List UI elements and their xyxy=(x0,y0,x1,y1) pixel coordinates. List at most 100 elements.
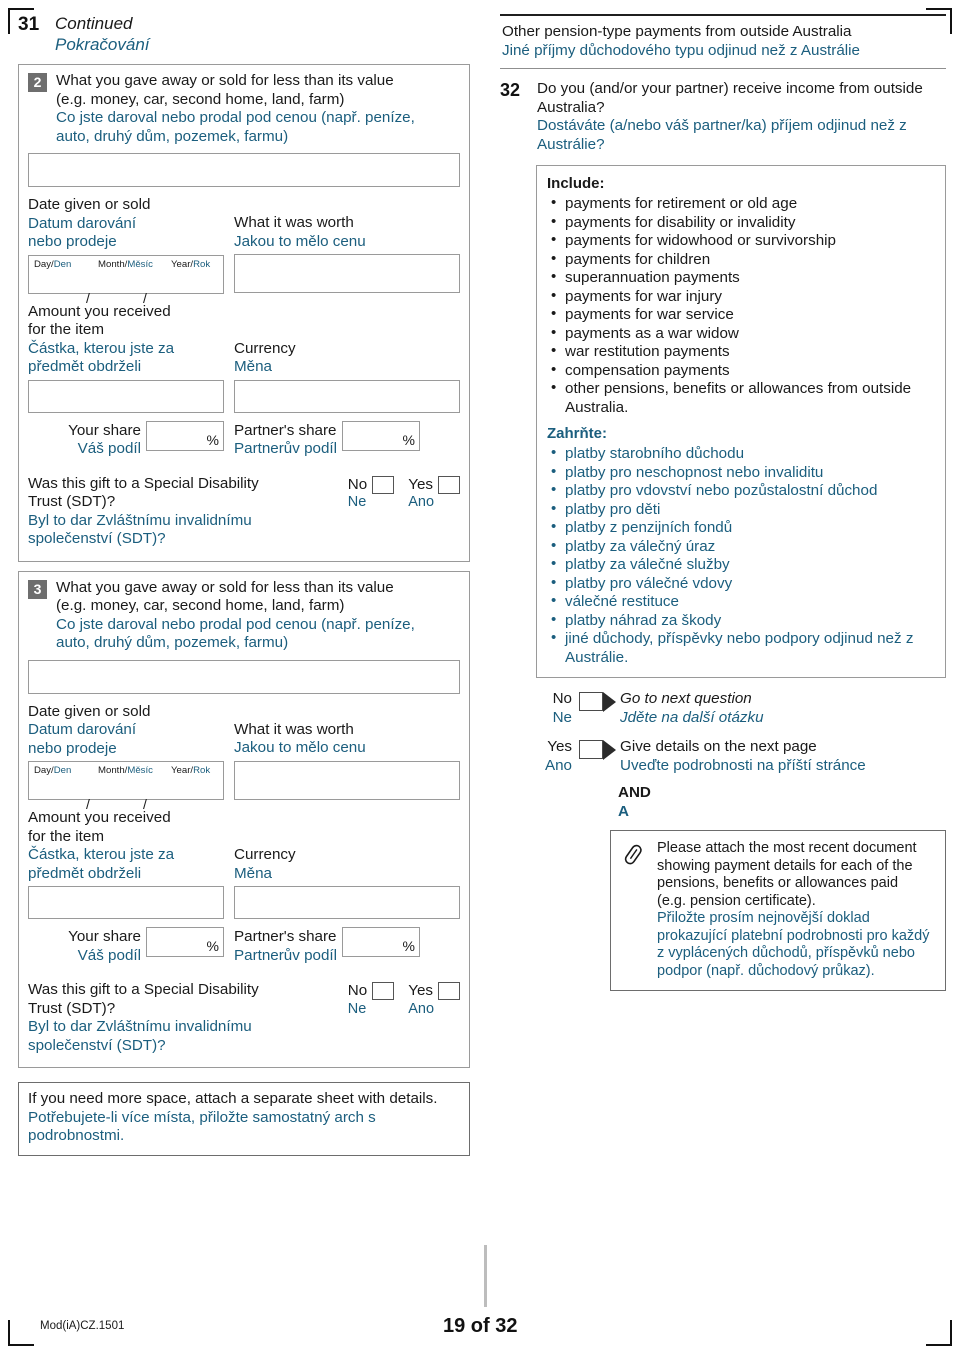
item-3-worth-input[interactable] xyxy=(234,760,460,800)
item-2-worth-input[interactable] xyxy=(234,254,460,293)
item-2-sdt-no-cz: Ne xyxy=(347,494,367,510)
more-space-note-cz-2: podrobnostmi. xyxy=(28,1127,125,1144)
item-2-what-en-line2: (e.g. money, car, second home, land, far… xyxy=(56,90,345,108)
item-3-sdt-row: Was this gift to a Special Disability Tr… xyxy=(28,981,460,1055)
item-2-share-row: Your share Váš podíl % Partner's share P… xyxy=(28,420,460,459)
routing-no-cz: Ne xyxy=(552,708,572,726)
item-3-month-en: Month/ xyxy=(98,765,128,776)
and-label-en: AND xyxy=(618,784,651,801)
routing-yes-action-cz: Uveďte podrobnosti na příští stránce xyxy=(620,756,866,774)
item-2-sdt-yes-checkbox[interactable] xyxy=(438,475,460,494)
routing-no-en: No xyxy=(552,690,572,707)
item-3-sdt-yes-en: Yes xyxy=(408,982,433,999)
item-3-your-share-cz: Váš podíl xyxy=(77,946,141,964)
item-3-badge: 3 xyxy=(28,579,47,599)
question-32-cz-1: Dostáváte (a/nebo váš partner/ka) příjem… xyxy=(537,117,907,134)
item-2-date-group: Date given or sold Datum darování nebo p… xyxy=(28,196,224,305)
item-3-partner-share-group: Partner's share Partnerův podíl % xyxy=(234,927,420,965)
item-3-sdt-en-1: Was this gift to a Special Disability xyxy=(28,981,259,998)
item-2-description-input[interactable] xyxy=(28,153,460,187)
item-2-sdt-yes-group: Yes Ano xyxy=(408,475,460,549)
item-3-what-en-line1: What you gave away or sold for less than… xyxy=(56,578,394,596)
item-2-partner-share-en: Partner's share xyxy=(234,421,337,439)
list-item: payments for disability or invalidity xyxy=(547,213,935,233)
item-3-currency-input[interactable] xyxy=(234,886,460,919)
item-3-your-share-input[interactable]: % xyxy=(146,927,224,957)
list-item: platby za válečný úraz xyxy=(547,537,935,557)
item-3-amount-input[interactable] xyxy=(28,886,224,919)
item-2-amount-label-cz-1: Částka, kterou jste za xyxy=(28,339,175,357)
item-3-sdt-yes-checkbox[interactable] xyxy=(438,982,460,1000)
routing-yes-action: Give details on the next page Uveďte pod… xyxy=(610,738,946,775)
item-3-amount-currency-row: Amount you received for the item Částka,… xyxy=(28,809,460,919)
item-3-sdt-cz-1: Byl to dar Zvláštnímu invalidnímu xyxy=(28,1018,252,1035)
item-2-month-en: Month/ xyxy=(98,258,128,270)
item-2-date-label-en: Date given or sold xyxy=(28,196,151,213)
item-2-date-input[interactable]: Day/Den Month/Měsíc Year/Rok / / xyxy=(28,254,224,305)
item-3-share-row: Your share Váš podíl % Partner's share P… xyxy=(28,927,460,965)
item-2-your-share-input[interactable]: % xyxy=(146,420,224,451)
question-31-number: 31 xyxy=(18,14,40,35)
item-2-sdt-cz-1: Byl to dar Zvláštnímu invalidnímu xyxy=(28,511,252,529)
item-3-partner-share-input[interactable]: % xyxy=(342,927,420,957)
item-2-partner-share-cz: Partnerův podíl xyxy=(234,440,337,457)
list-item: válečné restituce xyxy=(547,592,935,612)
attach-note-en-2: showing payment details for each of the xyxy=(657,857,913,874)
item-2-your-share-en: Your share xyxy=(68,421,141,439)
routing-no-action-cz: Jděte na další otázku xyxy=(620,708,764,726)
item-3-year-cz: Rok xyxy=(193,765,211,776)
item-2-your-share-group: Your share Váš podíl % xyxy=(28,420,224,459)
question-31-header: 31 Continued Pokračování xyxy=(18,14,470,55)
list-item: war restitution payments xyxy=(547,342,935,362)
item-3-sdt-no-checkbox[interactable] xyxy=(372,982,395,1000)
right-column: Other pension-type payments from outside… xyxy=(500,14,946,991)
item-3-date-slash-1: / xyxy=(86,796,90,812)
center-fold-rule xyxy=(484,1245,487,1307)
item-3-sdt-no-cz: Ne xyxy=(347,1000,367,1017)
item-3-amount-group: Amount you received for the item Částka,… xyxy=(28,809,224,919)
item-2-worth-group: What it was worth Jakou to mělo cenu xyxy=(234,196,460,294)
item-3-date-slash-2: / xyxy=(143,796,147,812)
item-3-day-cz: Den xyxy=(53,765,72,776)
item-3-your-share-en: Your share xyxy=(68,928,141,945)
item-3-amount-label-en-1: Amount you received xyxy=(28,809,171,826)
list-item: platby pro děti xyxy=(547,500,935,520)
item-3-amount-label-cz-2: předmět obdrželi xyxy=(28,864,142,882)
item-2-date-slash-1: / xyxy=(86,289,90,306)
item-2-sdt-yes-cz: Ano xyxy=(408,494,435,510)
item-2-partner-share-input[interactable]: % xyxy=(342,420,420,451)
routing-no-action-en: Go to next question xyxy=(620,690,752,707)
routing-yes-en: Yes xyxy=(547,738,572,755)
item-3-heading: 3 What you gave away or sold for less th… xyxy=(28,579,460,653)
and-connector: AND A xyxy=(618,784,946,821)
list-item: jiné důchody, příspěvky nebo podpory odj… xyxy=(547,629,935,667)
item-2-amount-label-en-1: Amount you received xyxy=(28,302,171,320)
item-3-worth-label-en: What it was worth xyxy=(234,720,354,738)
item-2-what-cz-line2: auto, druhý dům, pozemek, farmu) xyxy=(56,127,289,145)
list-item: payments for war injury xyxy=(547,287,935,307)
item-3-description-input[interactable] xyxy=(28,659,460,694)
item-2-date-label-cz-2: nebo prodeje xyxy=(28,233,117,250)
routing-no-checkbox[interactable] xyxy=(579,691,616,712)
list-item: platby starobního důchodu xyxy=(547,444,935,464)
item-2-sdt-no-checkbox[interactable] xyxy=(372,475,395,494)
continued-label-cz: Pokračování xyxy=(55,35,150,54)
item-2-date-label-cz-1: Datum darování xyxy=(28,214,137,232)
question-32: 32 Do you (and/or your partner) receive … xyxy=(500,80,946,154)
item-2-day-en: Day/ xyxy=(34,258,54,270)
routing-yes-checkbox[interactable] xyxy=(579,739,616,760)
item-2-partner-share-group: Partner's share Partnerův podíl % xyxy=(234,420,420,459)
list-item: platby náhrad za škody xyxy=(547,611,935,631)
item-2-currency-group: Currency Měna xyxy=(234,303,460,413)
item-2-amount-label-en-2: for the item xyxy=(28,321,104,338)
attach-note-en-4: (e.g. pension certificate). xyxy=(657,892,816,909)
item-3-month-cz: Měsíc xyxy=(127,765,153,776)
item-2-partner-share-percent: % xyxy=(402,431,415,448)
item-2-currency-input[interactable] xyxy=(234,379,460,413)
item-2-amount-input[interactable] xyxy=(28,379,224,413)
attach-note-cz-1: Přiložte prosím nejnovější doklad xyxy=(657,910,870,926)
list-item: payments for children xyxy=(547,250,935,270)
list-item: superannuation payments xyxy=(547,268,935,288)
item-3-sdt-yes-cz: Ano xyxy=(408,1000,435,1017)
item-3-date-input[interactable]: Day/Den Month/Měsíc Year/Rok / / xyxy=(28,761,224,812)
